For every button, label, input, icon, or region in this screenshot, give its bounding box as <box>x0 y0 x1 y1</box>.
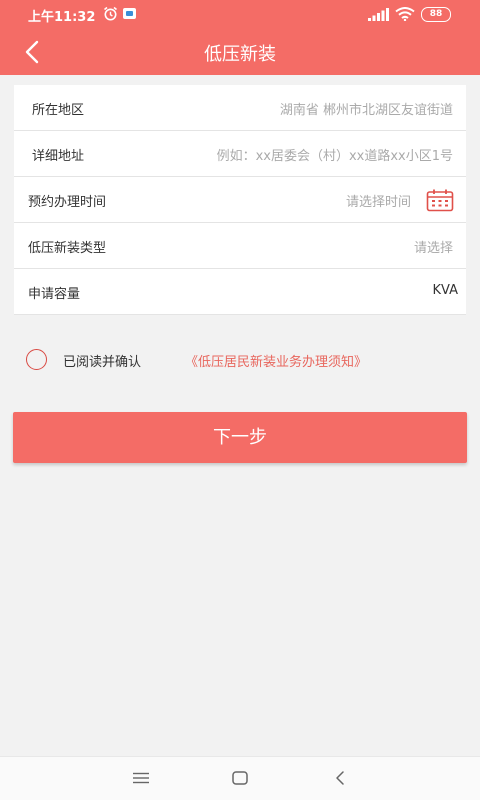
page-title: 低压新装 <box>204 44 276 65</box>
address-row[interactable]: 详细地址 例如：xx居委会（村）xx道路xx小区1号 <box>14 131 466 177</box>
capacity-row[interactable]: 申请容量 KVA <box>14 269 466 315</box>
next-step-button[interactable]: 下一步 <box>13 412 467 463</box>
appointment-time-select[interactable]: 请选择时间 <box>346 191 411 210</box>
calendar-icon[interactable] <box>426 188 454 212</box>
signal-icon <box>368 8 389 21</box>
capacity-label: 申请容量 <box>28 287 81 302</box>
agreement-link[interactable]: 《低压居民新装业务办理须知》 <box>185 351 367 370</box>
agreement-text: 已阅读并确认 <box>63 355 142 370</box>
appointment-label: 预约办理时间 <box>28 195 107 210</box>
status-time: 上午11:32 <box>28 10 96 25</box>
system-nav-bar <box>0 756 480 800</box>
install-type-label: 低压新装类型 <box>28 241 107 256</box>
application-form: 所在地区 湖南省 郴州市北湖区友谊街道 详细地址 例如：xx居委会（村）xx道路… <box>14 85 466 315</box>
alarm-icon <box>104 6 117 21</box>
region-label: 所在地区 <box>32 103 85 118</box>
agreement-checkbox[interactable] <box>26 349 47 370</box>
appointment-row[interactable]: 预约办理时间 请选择时间 <box>14 177 466 223</box>
address-input[interactable]: 例如：xx居委会（村）xx道路xx小区1号 <box>217 145 453 164</box>
back-nav-icon[interactable] <box>334 770 346 786</box>
notification-app-icon <box>123 8 136 19</box>
battery-icon: 88 <box>421 7 451 22</box>
wifi-icon <box>395 7 415 21</box>
status-bar: 上午11:32 88 <box>0 0 480 28</box>
capacity-unit: KVA <box>432 283 458 298</box>
install-type-select[interactable]: 请选择 <box>414 237 453 256</box>
region-value: 湖南省 郴州市北湖区友谊街道 <box>279 103 453 118</box>
menu-icon[interactable] <box>133 772 149 784</box>
address-label: 详细地址 <box>32 149 85 164</box>
app-header: 低压新装 <box>0 28 480 75</box>
region-row[interactable]: 所在地区 湖南省 郴州市北湖区友谊街道 <box>14 85 466 131</box>
install-type-row[interactable]: 低压新装类型 请选择 <box>14 223 466 269</box>
home-icon[interactable] <box>232 771 248 785</box>
